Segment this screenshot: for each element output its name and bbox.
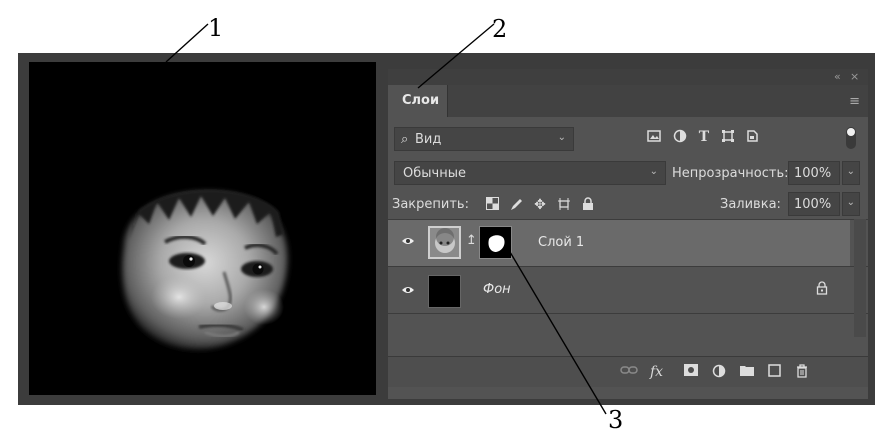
fill-value: 100% xyxy=(794,197,832,212)
callout-1: 1 xyxy=(208,14,224,42)
callout-3: 3 xyxy=(608,406,624,434)
trash-icon[interactable] xyxy=(796,364,808,382)
lock-artboard-icon[interactable] xyxy=(556,197,572,213)
opacity-input[interactable]: 100% xyxy=(788,161,840,185)
shape-filter-icon[interactable] xyxy=(720,129,736,145)
layer-filter-label: Вид xyxy=(415,132,442,147)
image-filter-icon[interactable] xyxy=(646,129,662,145)
group-folder-icon[interactable] xyxy=(740,364,754,380)
adjustment-filter-icon[interactable] xyxy=(672,129,688,145)
layers-scrollbar[interactable] xyxy=(854,219,866,337)
blend-mode-select[interactable]: Обычные ⌄ xyxy=(394,161,666,185)
layers-bottom-toolbar: fx xyxy=(388,356,868,387)
lock-icon xyxy=(816,281,828,299)
eye-icon[interactable] xyxy=(401,235,415,250)
layer-row-layer1[interactable]: ↥ Слой 1 xyxy=(388,220,850,266)
opacity-label: Непрозрачность: xyxy=(672,166,789,181)
chevron-down-icon: ⌄ xyxy=(649,166,658,177)
panel-tab-row: Слои ≡ xyxy=(388,85,868,117)
chevron-down-icon: ⌄ xyxy=(846,197,855,208)
add-mask-icon[interactable] xyxy=(684,364,698,380)
chevron-down-icon: ⌄ xyxy=(557,132,566,143)
type-filter-icon[interactable]: T xyxy=(696,129,712,145)
lock-all-icon[interactable] xyxy=(580,197,596,213)
chain-link-icon[interactable]: ↥ xyxy=(466,233,477,248)
tab-layers[interactable]: Слои xyxy=(388,85,448,117)
layer-mask-thumbnail[interactable] xyxy=(479,226,512,259)
link-layers-icon[interactable] xyxy=(620,364,638,380)
smart-object-filter-icon[interactable] xyxy=(744,129,760,145)
blend-mode-value: Обычные xyxy=(403,166,466,181)
fill-label: Заливка: xyxy=(720,197,781,212)
close-icon[interactable]: × xyxy=(850,70,859,83)
fx-icon[interactable]: fx xyxy=(650,364,663,380)
opacity-value: 100% xyxy=(794,166,832,181)
divider xyxy=(388,313,868,314)
layer-thumbnail[interactable] xyxy=(428,275,461,308)
eye-icon[interactable] xyxy=(401,284,415,299)
layer-thumbnail[interactable] xyxy=(428,226,461,259)
collapse-icon[interactable]: « xyxy=(834,70,841,83)
lock-image-icon[interactable] xyxy=(508,197,524,213)
tab-layers-label: Слои xyxy=(402,93,440,108)
lock-label: Закрепить: xyxy=(392,197,469,212)
chevron-down-icon: ⌄ xyxy=(846,166,855,177)
document-canvas[interactable] xyxy=(29,62,376,395)
layer-filter-select[interactable]: ⌕ Вид ⌄ xyxy=(394,127,574,151)
lock-position-icon[interactable]: ✥ xyxy=(532,197,548,213)
face-image xyxy=(122,190,288,350)
panel-titlebar: « × xyxy=(388,69,868,85)
opacity-dropdown[interactable]: ⌄ xyxy=(842,161,860,185)
lock-transparent-icon[interactable] xyxy=(484,197,500,213)
new-layer-icon[interactable] xyxy=(768,364,781,381)
layers-panel: « × Слои ≡ ⌕ Вид ⌄ T Обычные ⌄ Непрозрач… xyxy=(388,69,868,399)
fill-dropdown[interactable]: ⌄ xyxy=(842,192,860,216)
fill-input[interactable]: 100% xyxy=(788,192,840,216)
filter-toggle-switch[interactable] xyxy=(846,127,856,149)
callout-2: 2 xyxy=(492,15,508,43)
layer-name[interactable]: Слой 1 xyxy=(538,235,584,250)
layer-row-background[interactable]: Фон xyxy=(388,267,850,313)
adjustment-layer-icon[interactable] xyxy=(712,364,726,382)
layer-name[interactable]: Фон xyxy=(483,282,511,297)
search-icon: ⌕ xyxy=(401,132,409,147)
hamburger-menu-icon[interactable]: ≡ xyxy=(849,94,860,109)
